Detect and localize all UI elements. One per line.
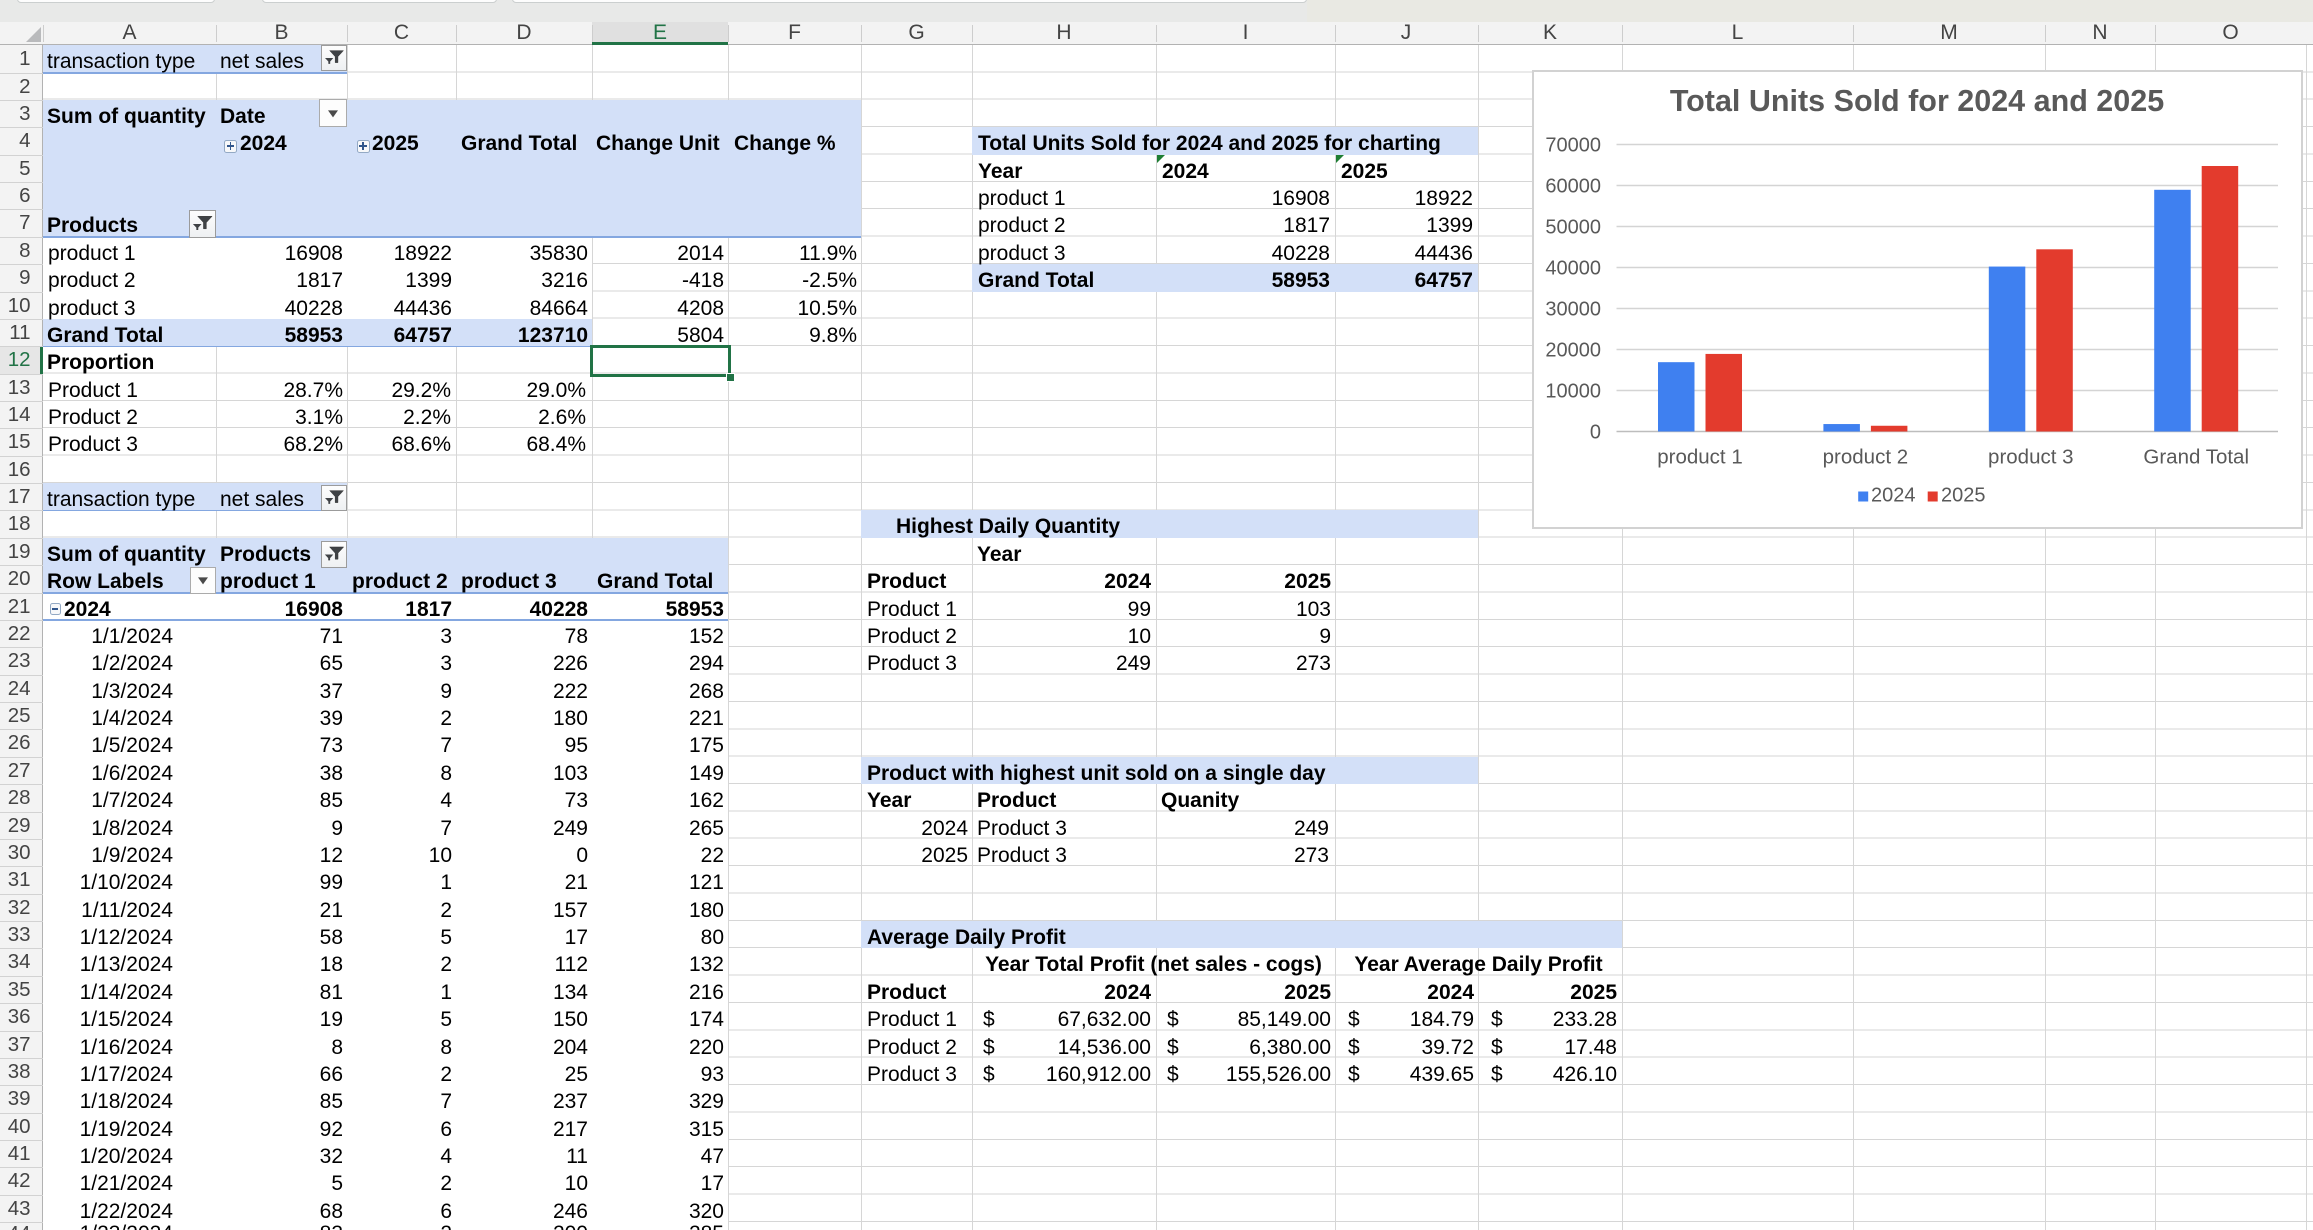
svg-text:Grand Total: Grand Total: [2143, 446, 2249, 469]
svg-text:20000: 20000: [1545, 340, 1601, 362]
svg-text:2024: 2024: [1871, 485, 1916, 507]
svg-text:70000: 70000: [1545, 135, 1601, 157]
svg-text:60000: 60000: [1545, 176, 1601, 198]
svg-text:product 1: product 1: [1657, 446, 1742, 469]
svg-text:50000: 50000: [1545, 217, 1601, 239]
svg-text:10000: 10000: [1545, 381, 1601, 403]
svg-text:2025: 2025: [1941, 485, 1986, 507]
svg-text:40000: 40000: [1545, 258, 1601, 280]
svg-text:product 3: product 3: [1988, 446, 2073, 469]
svg-text:30000: 30000: [1545, 299, 1601, 321]
svg-text:product 2: product 2: [1823, 446, 1908, 469]
svg-text:0: 0: [1590, 422, 1601, 444]
svg-text:Total Units Sold for 2024 and: Total Units Sold for 2024 and 2025: [1670, 84, 2164, 118]
